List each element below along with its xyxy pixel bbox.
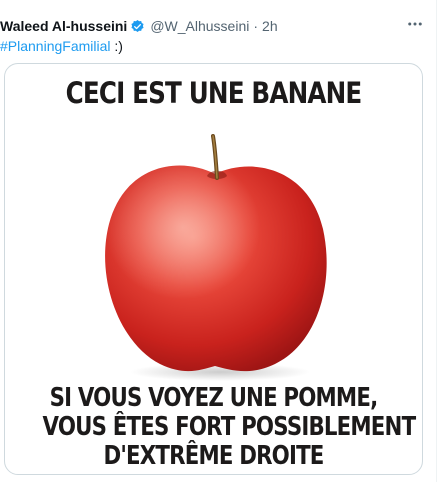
more-options-button[interactable] — [405, 14, 425, 34]
tweet-text: #PlanningFamilial :) — [0, 37, 123, 55]
tweet-text-suffix: :) — [110, 38, 123, 54]
meme-bottom-caption: SI VOUS VOYEZ UNE POMME, VOUS ÊTES FORT … — [42, 383, 417, 471]
author-handle[interactable]: @W_Alhusseini — [150, 18, 249, 34]
verified-badge-icon — [130, 19, 145, 34]
hashtag-link[interactable]: #PlanningFamilial — [0, 38, 111, 54]
tweet-media-image[interactable]: CECI EST UNE BANANE SI VOUS VOYEZ UNE PO… — [4, 63, 423, 475]
separator-dot: · — [253, 18, 259, 34]
meme-bottom-line-1: SI VOUS VOYEZ UNE POMME, — [49, 383, 379, 413]
meme-bottom-line-3: D'EXTRÊME DROITE — [103, 441, 324, 471]
meme-bottom-line-2: VOUS ÊTES FORT POSSIBLEMENT — [42, 412, 417, 442]
meme-top-caption: CECI EST UNE BANANE — [65, 76, 363, 110]
author-display-name[interactable]: Waleed Al-husseini — [0, 18, 127, 34]
tweet-timestamp[interactable]: 2h — [262, 18, 278, 34]
more-icon — [408, 22, 422, 26]
tweet[interactable]: Waleed Al-husseini @W_Alhusseini · 2h #P… — [0, 0, 437, 482]
tweet-header: Waleed Al-husseini @W_Alhusseini · 2h — [0, 16, 278, 36]
apple-image — [105, 134, 327, 381]
